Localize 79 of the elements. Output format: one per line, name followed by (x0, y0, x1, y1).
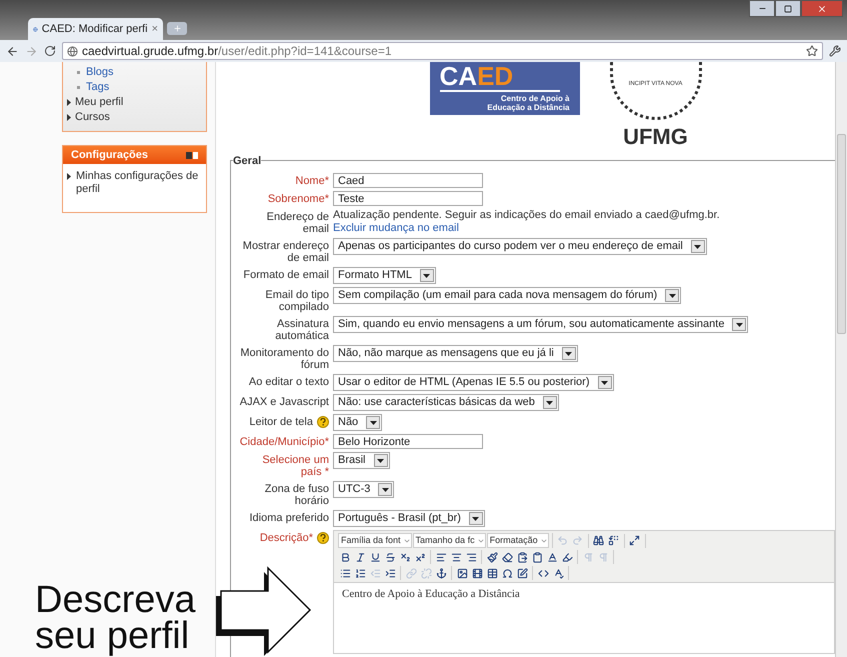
dock-icon[interactable] (186, 152, 198, 158)
field-label: Nome* (295, 175, 329, 187)
binoculars-icon[interactable] (592, 534, 606, 548)
star-icon[interactable] (806, 45, 818, 57)
expand-arrow-icon[interactable] (67, 173, 71, 180)
field-label: AJAX e Javascript (240, 396, 329, 408)
field-label: Ao editar o texto (248, 376, 329, 388)
field-label: Idioma preferido (250, 512, 329, 524)
back-icon[interactable] (6, 44, 19, 58)
select-field[interactable]: Sem compilação (um email para cada nova mensagem do fórum) (333, 287, 682, 304)
field-label: Mostrar endereço de email (242, 240, 329, 264)
field-label: Formato de email (243, 269, 329, 281)
select-field[interactable]: Não: use características básicas da web (333, 394, 559, 411)
field-label: Descrição* (260, 532, 313, 544)
tab-close-button[interactable]: × (152, 20, 158, 38)
toolbar-dropdown[interactable]: Tamanho da fc (412, 533, 486, 548)
field-label: Cidade/Município* (240, 436, 329, 448)
reload-icon[interactable] (44, 45, 56, 57)
nav-item[interactable]: Cursos (75, 109, 110, 126)
eraser-icon[interactable] (500, 550, 514, 564)
select-field[interactable]: Português - Brasil (pt_br) (333, 510, 485, 527)
scrollbar[interactable] (835, 62, 847, 657)
expand-arrow-icon[interactable] (67, 114, 71, 121)
plus-icon (172, 24, 182, 33)
minimize-button[interactable] (749, 0, 775, 17)
nav-link[interactable]: Blogs (86, 64, 114, 81)
annotation-text: seu perfil (35, 618, 190, 654)
select-field[interactable]: Usar o editor de HTML (Apenas IE 5.5 ou posterior) (333, 374, 614, 391)
field-label: Sobrenome* (268, 193, 329, 205)
select-field[interactable]: Formato HTML (333, 267, 436, 284)
fullscreen-icon[interactable] (628, 534, 642, 548)
annotation-text: Descreva (35, 582, 196, 618)
select-field[interactable]: Brasil (333, 452, 390, 469)
select-field[interactable]: Apenas os participantes do curso podem ver o meu endereço de email (333, 238, 707, 255)
help-icon[interactable] (317, 532, 329, 544)
caed-logo: CAED Centro de Apoio à Educação a Distância (430, 62, 580, 115)
help-icon[interactable] (317, 416, 329, 428)
select-field[interactable]: Não (333, 414, 382, 431)
url-path: /user/edit.php?id=141&course=1 (218, 43, 392, 60)
select-field[interactable]: UTC-3 (333, 481, 394, 498)
close-button[interactable] (801, 0, 843, 17)
new-tab-button[interactable] (167, 22, 187, 35)
nav-link[interactable]: Tags (86, 79, 110, 96)
settings-item[interactable]: Minhas configurações de perfil (76, 170, 202, 196)
page-icon (67, 46, 78, 56)
cancel-email-change-link[interactable]: Excluir mudança no email (333, 222, 720, 235)
edit-icon[interactable] (515, 566, 529, 580)
select-field[interactable]: Não, não marque as mensagens que eu já li (333, 345, 578, 362)
settings-header: Configurações (63, 146, 206, 164)
anchor-icon[interactable] (434, 566, 448, 580)
field-label: Selecione um país * (262, 454, 329, 478)
table-icon[interactable] (485, 566, 499, 580)
field-label: Endereço de email (266, 211, 329, 235)
email-status-text: Atualização pendente. Seguir as indicações do email enviado a caed@ufmg.br. (333, 209, 720, 222)
address-bar[interactable]: caedvirtual.grude.ufmg.br/user/edit.php?id=141&course=1 (62, 42, 823, 60)
field-label: Leitor de tela (249, 416, 313, 428)
maximize-button[interactable] (775, 0, 801, 17)
field-label: Zona de fuso horário (264, 483, 329, 507)
paintbrush-icon[interactable] (485, 550, 499, 564)
close-icon (817, 4, 827, 14)
nav-item[interactable]: Meu perfil (75, 94, 124, 111)
image-icon[interactable] (455, 566, 469, 580)
wrench-icon[interactable] (829, 45, 841, 57)
text-field[interactable]: Belo Horizonte (333, 434, 483, 449)
toolbar-dropdown[interactable]: Família da font (338, 533, 412, 548)
url-host: caedvirtual.grude.ufmg.br (82, 43, 218, 60)
select-field[interactable]: Sim, quando eu envio mensagens a um fórum, sou automaticamente assinante (333, 316, 748, 333)
field-label: Assinatura automática (275, 318, 329, 342)
ufmg-logo-text: UFMG (623, 124, 688, 150)
field-label: Monitoramento do fórum (240, 347, 329, 371)
text-field[interactable]: Teste (333, 191, 483, 206)
expand-arrow-icon[interactable] (67, 99, 71, 106)
browser-tab[interactable]: CAED: Modificar perfi × (28, 18, 163, 40)
toolbar-dropdown[interactable]: Formatação (486, 533, 549, 548)
film-icon[interactable] (470, 566, 484, 580)
maximize-icon (784, 4, 792, 12)
replace-icon[interactable] (606, 534, 621, 548)
text-field[interactable]: Caed (333, 173, 483, 188)
field-label: Email do tipo compilado (265, 289, 329, 313)
